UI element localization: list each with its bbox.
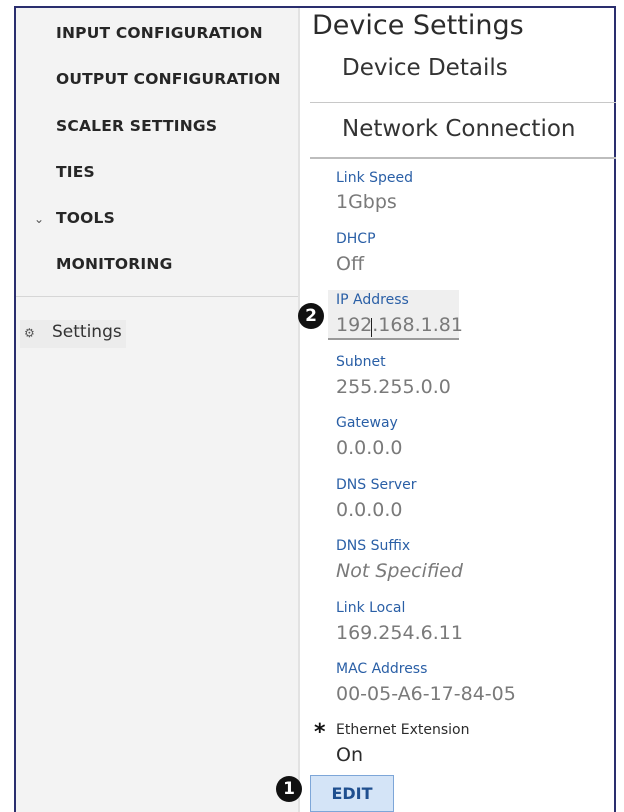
callout-badge-1: 1 bbox=[276, 776, 302, 802]
field-label-link-speed: Link Speed bbox=[336, 170, 414, 186]
callout-asterisk: * bbox=[314, 720, 326, 745]
field-label-dhcp: DHCP bbox=[336, 231, 376, 247]
field-value-dns-server: 0.0.0.0 bbox=[336, 499, 403, 521]
text-cursor bbox=[371, 318, 372, 337]
field-value-mac-address: 00-05-A6-17-84-05 bbox=[336, 683, 516, 705]
field-label-ip-address: IP Address bbox=[336, 292, 409, 308]
divider bbox=[310, 102, 616, 103]
field-label-dns-suffix: DNS Suffix bbox=[336, 538, 411, 554]
sidebar-item-scaler-settings[interactable]: SCALER SETTINGS bbox=[56, 117, 217, 135]
field-label-link-local: Link Local bbox=[336, 600, 406, 616]
tab-network-connection[interactable]: Network Connection bbox=[342, 116, 575, 142]
field-label-subnet: Subnet bbox=[336, 354, 386, 370]
sidebar-item-monitoring[interactable]: MONITORING bbox=[56, 255, 173, 273]
sidebar-item-tools[interactable]: TOOLS bbox=[56, 209, 115, 227]
field-value-ethernet-extension: On bbox=[336, 744, 363, 766]
field-value-ip-address[interactable]: 192.168.1.81 bbox=[336, 314, 463, 336]
sidebar-divider bbox=[298, 8, 300, 812]
field-value-subnet: 255.255.0.0 bbox=[336, 376, 451, 398]
callout-badge-2: 2 bbox=[298, 303, 324, 329]
sidebar-item-input-configuration[interactable]: INPUT CONFIGURATION bbox=[56, 24, 263, 42]
field-label-dns-server: DNS Server bbox=[336, 477, 417, 493]
edit-button[interactable]: EDIT bbox=[310, 775, 394, 812]
chevron-down-icon[interactable]: ⌄ bbox=[34, 212, 44, 226]
field-value-dns-suffix: Not Specified bbox=[336, 560, 463, 582]
sidebar-item-ties[interactable]: TIES bbox=[56, 163, 95, 181]
field-label-gateway: Gateway bbox=[336, 415, 398, 431]
gear-icon: ⚙ bbox=[24, 326, 35, 340]
field-label-ethernet-extension: Ethernet Extension bbox=[336, 722, 470, 738]
sidebar-separator bbox=[16, 296, 298, 297]
field-value-link-speed: 1Gbps bbox=[336, 191, 397, 213]
page-title: Device Settings bbox=[312, 10, 524, 41]
field-value-gateway: 0.0.0.0 bbox=[336, 437, 403, 459]
field-value-dhcp: Off bbox=[336, 253, 365, 275]
field-label-mac-address: MAC Address bbox=[336, 661, 428, 677]
sidebar-item-output-configuration[interactable]: OUTPUT CONFIGURATION bbox=[56, 70, 281, 88]
divider bbox=[310, 157, 616, 159]
tab-device-details[interactable]: Device Details bbox=[342, 55, 508, 81]
sidebar-item-settings-label[interactable]: Settings bbox=[52, 322, 122, 342]
field-value-link-local: 169.254.6.11 bbox=[336, 622, 463, 644]
